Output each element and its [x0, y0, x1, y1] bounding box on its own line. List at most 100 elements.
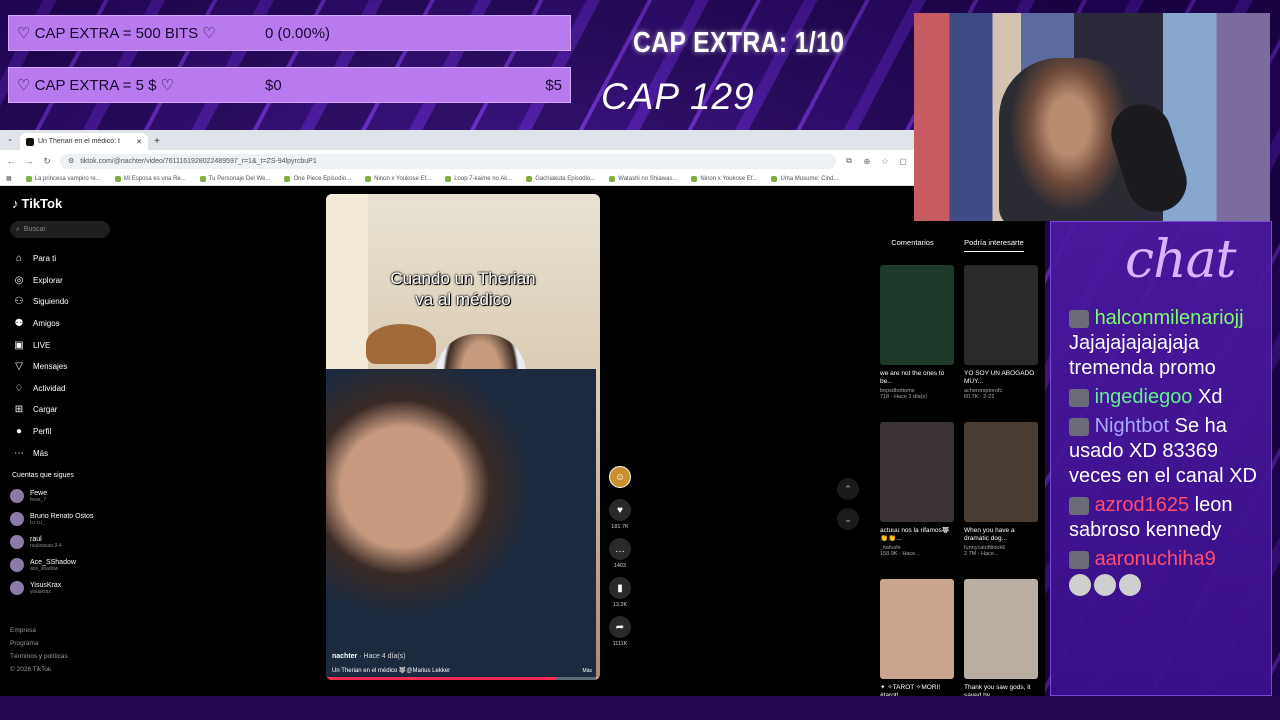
following-handle: ace_shadow: [30, 565, 59, 572]
bookmark-item[interactable]: Tu Personaje Del We...: [199, 175, 270, 182]
share-button[interactable]: ➦ 1111K: [607, 616, 633, 647]
close-tab-icon[interactable]: ✕: [136, 138, 142, 146]
tab-comments[interactable]: Comentarios: [891, 238, 934, 257]
nav-item-parati[interactable]: ⌂ Para ti: [10, 248, 110, 270]
like-icon[interactable]: ♥: [609, 499, 631, 521]
video-thumbnail[interactable]: [964, 265, 1038, 365]
zoom-icon[interactable]: ⊕: [862, 157, 872, 166]
avatar[interactable]: ☺: [609, 466, 631, 488]
video-meta: 158.9K · Hace...: [880, 551, 920, 557]
video-meta: 718 · Hace 3 día(s): [880, 394, 928, 400]
video-thumbnail[interactable]: [964, 422, 1038, 522]
tab-list-icon[interactable]: ⌄: [0, 130, 20, 150]
recommended-video[interactable]: ✦ ✧TAROT ✧MORI! #tarot!...: [880, 579, 954, 696]
nav-item-explorar[interactable]: ◎ Explorar: [10, 270, 110, 292]
nav-item-ms[interactable]: ⋯ Más: [10, 442, 110, 464]
video-thumbnail[interactable]: [880, 579, 954, 679]
bookmark-item[interactable]: One Piece Episodio...: [284, 175, 351, 182]
video-title: ✦ ✧TAROT ✧MORI! #tarot!...: [880, 684, 941, 696]
translate-icon[interactable]: ⧉: [844, 156, 854, 166]
nav-item-mensajes[interactable]: ▽ Mensajes: [10, 356, 110, 378]
bookmark-button[interactable]: ▮ 13.2K: [607, 577, 633, 608]
chat-username[interactable]: ingediegoo: [1095, 386, 1193, 408]
bookmark-item[interactable]: Watashi no Shiawas...: [609, 175, 678, 182]
dog-filter-ears: [366, 324, 436, 364]
search-input[interactable]: ⌕ Buscar: [10, 221, 110, 238]
following-item[interactable]: Ace_SShadow ace_shadow: [10, 554, 110, 577]
following-text: Ace_SShadow ace_shadow: [30, 559, 76, 572]
bookmark-label: Watashi no Shiawas...: [618, 175, 678, 182]
new-tab-button[interactable]: +: [148, 133, 166, 150]
chat-username[interactable]: Nightbot: [1095, 415, 1170, 437]
bookmark-icon[interactable]: ▮: [609, 577, 631, 599]
back-icon[interactable]: ←: [6, 156, 16, 166]
video-progress-bar[interactable]: [326, 677, 600, 680]
nav-item-perfil[interactable]: ● Perfil: [10, 421, 110, 443]
following-item[interactable]: Fewe fewe_7: [10, 485, 110, 508]
bookmark-item[interactable]: La princesa vampiro re...: [25, 175, 101, 182]
recommended-video[interactable]: actuuu nos la rifamos🐺👏👏... _itafushi 158.…: [880, 422, 954, 557]
following-item[interactable]: YisusKrax yisuskrax: [10, 577, 110, 600]
address-bar[interactable]: ⚙ tiktok.com/@nachter/video/761116192802…: [60, 153, 836, 169]
site-info-icon[interactable]: ⚙: [68, 157, 74, 165]
comment-icon[interactable]: …: [609, 538, 631, 560]
following-item[interactable]: Bruno Renato Ostos b.r.o.i_: [10, 508, 110, 531]
video-thumbnail[interactable]: [880, 422, 954, 522]
bookmark-item[interactable]: Uma Musume: Cind...: [771, 175, 839, 182]
chat-username[interactable]: halconmilenariojj: [1095, 307, 1244, 329]
next-video-button[interactable]: ⌄: [837, 508, 859, 530]
nav-item-amigos[interactable]: ⚉ Amigos: [10, 313, 110, 335]
recommended-video[interactable]: Thank you saw gods, it saved by...: [964, 579, 1038, 696]
video-more[interactable]: Más: [583, 668, 592, 674]
comment-button[interactable]: … 1403: [607, 538, 633, 569]
nav-item-actividad[interactable]: ♢ Actividad: [10, 378, 110, 400]
following-item[interactable]: raul raulinasao.3-4: [10, 531, 110, 554]
chat-text: Xd: [1198, 386, 1223, 408]
bookmark-favicon-icon: [609, 175, 616, 182]
reload-icon[interactable]: ↻: [42, 156, 52, 167]
bookmark-item[interactable]: Loop 7-kaime no Ak...: [445, 175, 512, 182]
bookmark-item[interactable]: Gachiakuta Episodio...: [526, 175, 595, 182]
browser-tab[interactable]: Un Therian en el médico: t ✕: [20, 133, 148, 150]
footer-link[interactable]: Programa: [10, 637, 68, 650]
share-icon[interactable]: ➦: [609, 616, 631, 638]
creator-avatar[interactable]: ☺: [607, 466, 633, 491]
avatar: [10, 581, 24, 596]
footer-link[interactable]: © 2026 TikTok: [10, 663, 68, 676]
tiktok-logo[interactable]: ♪ TikTok: [12, 196, 110, 211]
tab-you-may-like[interactable]: Podría interesarte: [964, 238, 1024, 252]
avatar: [10, 558, 24, 573]
goal-bar-money: ♡ CAP EXTRA = 5 $ ♡ $0 $5: [8, 67, 571, 103]
nav-item-siguiendo[interactable]: ⚇ Siguiendo: [10, 291, 110, 313]
video-thumbnail[interactable]: [880, 265, 954, 365]
nav-item-cargar[interactable]: ⊞ Cargar: [10, 399, 110, 421]
bookmark-star-icon[interactable]: ☆: [880, 157, 890, 166]
chat-message: Nightbot Se ha usado XD 83369 veces en e…: [1069, 414, 1269, 489]
footer-link[interactable]: Empresa: [10, 624, 68, 637]
tiktok-favicon-icon: [26, 137, 34, 146]
previous-video-button[interactable]: ⌃: [837, 478, 859, 500]
like-button[interactable]: ♥ 181.7K: [607, 499, 633, 530]
apps-icon[interactable]: ▦: [6, 175, 12, 182]
nav-item-live[interactable]: ▣ LIVE: [10, 334, 110, 356]
recommended-video[interactable]: YO SOY UN ABOGADO MUY... acherorsptorofc 6…: [964, 265, 1038, 400]
recommended-video[interactable]: we are not the ones to be... bopsdbottoms…: [880, 265, 954, 400]
chat-username[interactable]: azrod1625: [1095, 494, 1190, 516]
bookmark-item[interactable]: Ninon x Youkose Ef...: [365, 175, 431, 182]
recommendation-tabs: Comentarios Podría interesarte: [870, 221, 1045, 257]
video-player[interactable]: Cuando un Therian va al médico nachter ·…: [326, 194, 600, 680]
recommended-video[interactable]: When you have a dramatic dog... funnycato…: [964, 422, 1038, 557]
chevron-down-icon: ⌄: [844, 513, 852, 524]
extensions-icon[interactable]: ▢: [898, 157, 908, 166]
address-toolbar: ← → ↻ ⚙ tiktok.com/@nachter/video/761116…: [0, 150, 914, 172]
video-author[interactable]: nachter · Hace 4 día(s): [332, 653, 406, 660]
home-icon: ⌂: [15, 253, 23, 265]
forward-icon[interactable]: →: [24, 156, 34, 166]
bookmark-item[interactable]: Ninon x Youkose Ef...: [691, 175, 757, 182]
video-title: Thank you saw gods, it saved by...: [964, 684, 1031, 696]
bookmark-item[interactable]: Mi Esposa es una Re...: [114, 175, 186, 182]
search-icon: ⌕: [16, 225, 20, 233]
chat-username[interactable]: aaronuchiha9: [1095, 548, 1216, 570]
footer-link[interactable]: Términos y políticas: [10, 650, 68, 663]
video-thumbnail[interactable]: [964, 579, 1038, 679]
